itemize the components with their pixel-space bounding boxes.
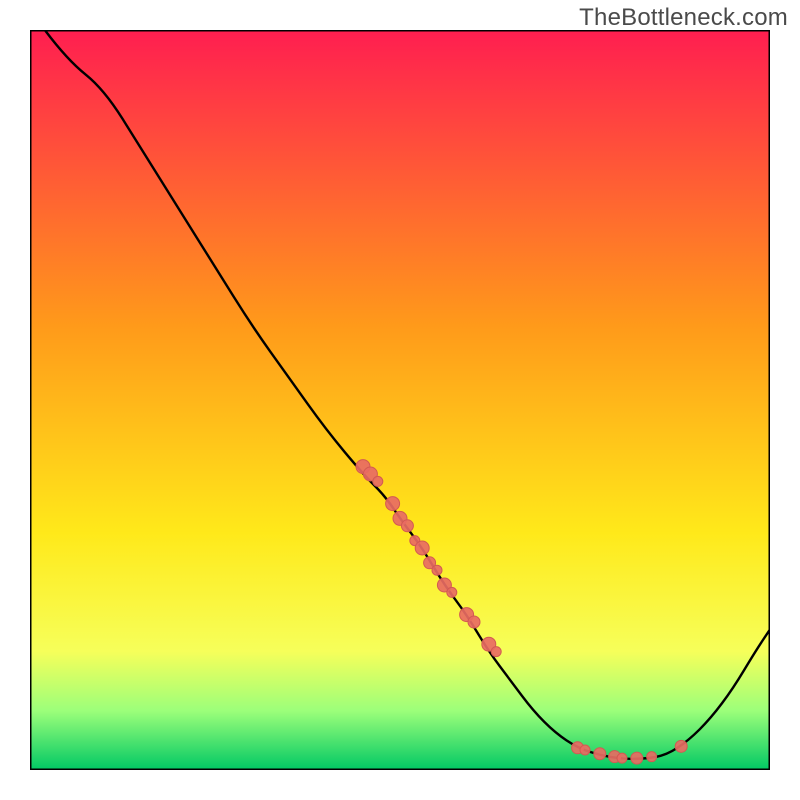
- data-dot: [491, 647, 501, 657]
- data-dot: [432, 565, 442, 575]
- chart-svg: [30, 30, 770, 770]
- data-dot: [631, 752, 643, 764]
- data-dot: [415, 541, 429, 555]
- data-dot: [617, 753, 627, 763]
- plot-area: [30, 30, 770, 770]
- data-dot: [675, 740, 687, 752]
- watermark-text: TheBottleneck.com: [579, 4, 788, 32]
- gradient-background: [30, 30, 770, 770]
- data-dot: [447, 587, 457, 597]
- data-dot: [647, 752, 657, 762]
- data-dot: [386, 497, 400, 511]
- data-dot: [594, 748, 606, 760]
- data-dot: [401, 520, 413, 532]
- data-dot: [373, 476, 383, 486]
- chart-stage: TheBottleneck.com: [0, 0, 800, 800]
- data-dot: [580, 745, 590, 755]
- data-dot: [468, 616, 480, 628]
